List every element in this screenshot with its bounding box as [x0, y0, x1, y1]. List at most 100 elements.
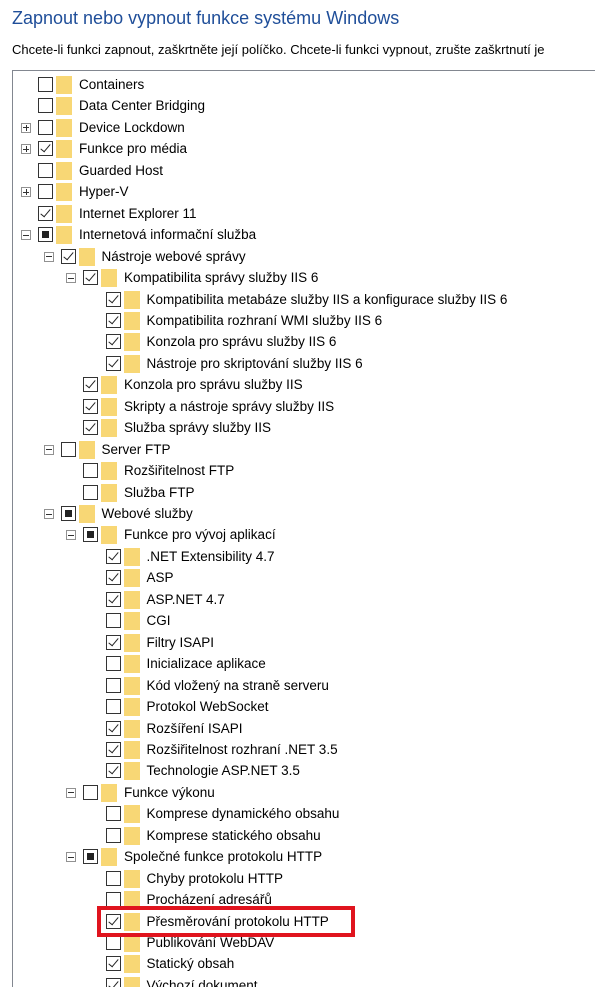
- tree-item[interactable]: Rozšiřitelnost FTP: [13, 461, 593, 481]
- feature-checkbox[interactable]: [60, 248, 76, 264]
- expand-icon[interactable]: [21, 122, 31, 133]
- tree-item[interactable]: Server FTP: [13, 440, 593, 460]
- feature-checkbox[interactable]: [83, 420, 98, 436]
- feature-checkbox[interactable]: [105, 634, 121, 650]
- tree-item[interactable]: ASP: [13, 568, 593, 588]
- tree-item[interactable]: Skripty a nástroje správy služby IIS: [13, 397, 593, 417]
- tree-item[interactable]: Konzola pro správu služby IIS: [13, 375, 593, 395]
- feature-checkbox[interactable]: [105, 334, 121, 350]
- feature-checkbox[interactable]: [105, 570, 121, 586]
- collapse-icon[interactable]: [66, 852, 76, 863]
- feature-label: Protokol WebSocket: [146, 699, 269, 715]
- feature-checkbox[interactable]: [83, 398, 98, 414]
- feature-checkbox[interactable]: [105, 892, 121, 908]
- feature-checkbox[interactable]: [38, 119, 53, 135]
- feature-checkbox[interactable]: [105, 591, 121, 607]
- collapse-icon[interactable]: [66, 530, 76, 541]
- tree-item[interactable]: Hyper-V: [13, 182, 593, 202]
- tree-item[interactable]: Technologie ASP.NET 3.5: [13, 761, 593, 781]
- tree-item[interactable]: Protokol WebSocket: [13, 697, 593, 717]
- tree-item[interactable]: .NET Extensibility 4.7: [13, 547, 593, 567]
- feature-checkbox[interactable]: [83, 463, 98, 479]
- tree-item[interactable]: Device Lockdown: [13, 118, 593, 138]
- feature-checkbox[interactable]: [105, 699, 121, 715]
- feature-label: Device Lockdown: [79, 119, 185, 135]
- tree-item[interactable]: Containers: [13, 75, 593, 95]
- feature-checkbox[interactable]: [38, 184, 53, 200]
- feature-label: ASP.NET 4.7: [146, 591, 225, 607]
- feature-checkbox[interactable]: [38, 141, 53, 157]
- tree-item[interactable]: ASP.NET 4.7: [13, 590, 593, 610]
- tree-item[interactable]: Společné funkce protokolu HTTP: [13, 847, 593, 867]
- feature-checkbox[interactable]: [105, 935, 121, 950]
- collapse-icon[interactable]: [21, 230, 31, 241]
- collapse-icon[interactable]: [43, 251, 54, 262]
- tree-item[interactable]: Webové služby: [13, 504, 593, 524]
- tree-item[interactable]: Inicializace aplikace: [13, 654, 593, 674]
- tree-item[interactable]: Kompatibilita správy služby IIS 6: [13, 268, 593, 288]
- tree-item[interactable]: Statický obsah: [13, 954, 593, 974]
- tree-item[interactable]: Rozšiřitelnost rozhraní .NET 3.5: [13, 740, 593, 760]
- feature-checkbox[interactable]: [60, 506, 76, 521]
- features-tree[interactable]: Containers Data Center Bridging Device Loc…: [12, 70, 595, 987]
- collapse-icon[interactable]: [43, 509, 54, 519]
- feature-checkbox[interactable]: [38, 162, 53, 178]
- tree-item[interactable]: Komprese dynamického obsahu: [13, 804, 593, 824]
- tree-item[interactable]: Funkce pro vývoj aplikací: [13, 525, 593, 545]
- feature-checkbox[interactable]: [105, 741, 121, 757]
- feature-checkbox[interactable]: [105, 827, 121, 843]
- feature-checkbox[interactable]: [83, 849, 98, 865]
- feature-checkbox[interactable]: [83, 784, 98, 800]
- tree-item[interactable]: CGI: [13, 611, 593, 631]
- tree-item[interactable]: Nástroje webové správy: [13, 247, 593, 267]
- tree-item[interactable]: Internet Explorer 11: [13, 204, 593, 224]
- feature-checkbox[interactable]: [105, 763, 121, 779]
- tree-item[interactable]: Nástroje pro skriptování služby IIS 6: [13, 354, 593, 374]
- feature-checkbox[interactable]: [105, 355, 121, 371]
- tree-item[interactable]: Funkce pro média: [13, 139, 593, 159]
- tree-item[interactable]: Kód vložený na straně serveru: [13, 676, 593, 696]
- feature-label: Společné funkce protokolu HTTP: [124, 849, 323, 865]
- expand-icon[interactable]: [21, 144, 31, 155]
- tree-item[interactable]: Rozšíření ISAPI: [13, 719, 593, 739]
- feature-label: Webové služby: [101, 506, 193, 521]
- feature-checkbox[interactable]: [105, 312, 121, 328]
- feature-checkbox[interactable]: [60, 441, 76, 457]
- tree-item[interactable]: Internetová informační služba: [13, 225, 593, 245]
- feature-checkbox[interactable]: [105, 613, 121, 629]
- collapse-icon[interactable]: [66, 273, 76, 284]
- expand-icon[interactable]: [21, 187, 31, 198]
- tree-item[interactable]: Guarded Host: [13, 161, 593, 181]
- feature-checkbox[interactable]: [105, 548, 121, 564]
- tree-item[interactable]: Služba FTP: [13, 483, 593, 503]
- tree-item[interactable]: Data Center Bridging: [13, 96, 593, 116]
- feature-checkbox[interactable]: [38, 205, 53, 221]
- tree-item[interactable]: Kompatibilita rozhraní WMI služby IIS 6: [13, 311, 593, 331]
- feature-checkbox[interactable]: [105, 677, 121, 693]
- tree-item[interactable]: Komprese statického obsahu: [13, 826, 593, 846]
- feature-checkbox[interactable]: [83, 484, 98, 500]
- feature-checkbox[interactable]: [38, 98, 53, 114]
- feature-checkbox[interactable]: [105, 656, 121, 672]
- tree-item[interactable]: Výchozí dokument: [13, 976, 593, 987]
- feature-checkbox[interactable]: [105, 956, 121, 972]
- tree-item[interactable]: Filtry ISAPI: [13, 633, 593, 653]
- feature-checkbox[interactable]: [38, 77, 53, 92]
- feature-checkbox[interactable]: [83, 270, 98, 286]
- feature-checkbox[interactable]: [38, 227, 53, 243]
- tree-item[interactable]: Kompatibilita metabáze služby IIS a konf…: [13, 290, 593, 310]
- feature-checkbox[interactable]: [105, 870, 121, 886]
- tree-item[interactable]: Konzola pro správu služby IIS 6: [13, 332, 593, 352]
- tree-item[interactable]: Chyby protokolu HTTP: [13, 869, 593, 889]
- feature-checkbox[interactable]: [105, 291, 121, 307]
- folder-icon: [56, 204, 72, 223]
- feature-checkbox[interactable]: [83, 527, 98, 543]
- feature-checkbox[interactable]: [105, 720, 121, 736]
- tree-item[interactable]: Služba správy služby IIS: [13, 418, 593, 438]
- collapse-icon[interactable]: [66, 787, 76, 798]
- tree-item[interactable]: Funkce výkonu: [13, 783, 593, 803]
- feature-checkbox[interactable]: [105, 977, 121, 987]
- feature-checkbox[interactable]: [105, 806, 121, 822]
- collapse-icon[interactable]: [43, 444, 54, 455]
- feature-checkbox[interactable]: [83, 377, 98, 393]
